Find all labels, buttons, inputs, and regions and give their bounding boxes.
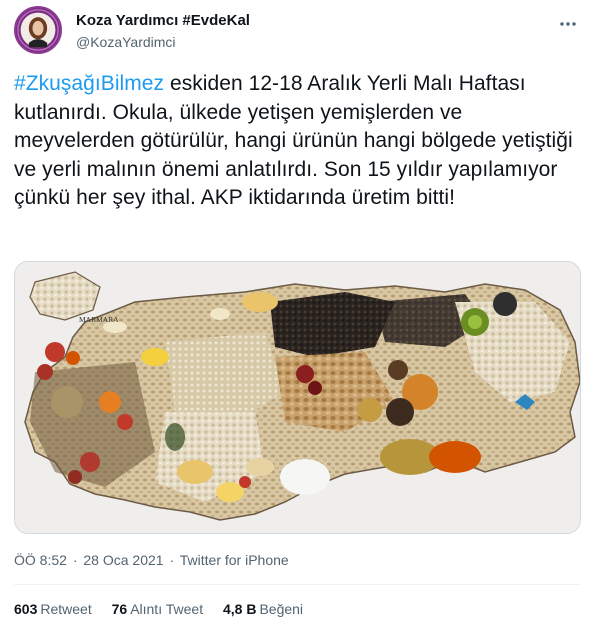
tweet-image[interactable]: MARMARA <box>14 261 581 534</box>
avatar[interactable] <box>14 6 62 54</box>
tweet-time[interactable]: ÖÖ 8:52 <box>14 552 67 568</box>
turkey-map-image: MARMARA <box>15 262 580 533</box>
tweet-meta: ÖÖ 8:52 · 28 Oca 2021 · Twitter for iPho… <box>14 552 289 568</box>
tweet-date[interactable]: 28 Oca 2021 <box>83 552 163 568</box>
retweet-label: Retweet <box>40 601 92 617</box>
display-name[interactable]: Koza Yardımcı #EvdeKal <box>76 12 250 30</box>
tweet-text: #ZkuşağıBilmez eskiden 12-18 Aralık Yerl… <box>14 70 579 213</box>
quote-count: 76 <box>111 601 128 617</box>
like-label: Beğeni <box>259 601 304 617</box>
hashtag-link[interactable]: #ZkuşağıBilmez <box>14 72 164 95</box>
divider <box>14 584 581 585</box>
author-names: Koza Yardımcı #EvdeKal @KozaYardimci <box>76 12 250 51</box>
quote-label: Alıntı Tweet <box>130 601 204 617</box>
map-region-label: MARMARA <box>79 315 119 324</box>
like-stat[interactable]: 4,8 B Beğeni <box>223 601 303 617</box>
retweet-stat[interactable]: 603 Retweet <box>14 601 92 617</box>
meta-separator: · <box>169 552 175 568</box>
tweet-source[interactable]: Twitter for iPhone <box>180 552 289 568</box>
like-count: 4,8 B <box>222 601 257 617</box>
meta-separator: · <box>72 552 78 568</box>
user-handle[interactable]: @KozaYardimci <box>76 33 250 51</box>
more-horizontal-icon[interactable] <box>558 14 578 34</box>
retweet-count: 603 <box>14 601 38 617</box>
tweet-card: Koza Yardımcı #EvdeKal @KozaYardimci #Zk… <box>0 0 595 632</box>
tweet-header: Koza Yardımcı #EvdeKal @KozaYardimci <box>14 6 584 56</box>
quote-stat[interactable]: 76 Alıntı Tweet <box>112 601 203 617</box>
tweet-stats: 603 Retweet 76 Alıntı Tweet 4,8 B Beğeni <box>14 601 319 617</box>
